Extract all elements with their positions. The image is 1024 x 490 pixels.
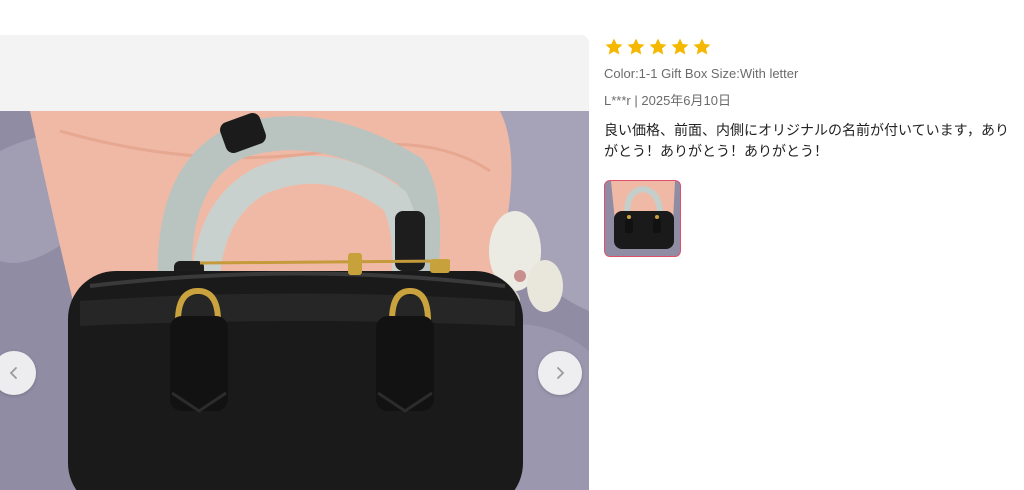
variant-info: Color:1-1 Gift Box Size:With letter (604, 66, 799, 81)
review-image-viewer (0, 35, 589, 490)
next-image-button[interactable] (538, 351, 582, 395)
handbag-thumbnail-image (605, 181, 680, 256)
star-icon (649, 38, 667, 55)
separator: | (634, 93, 638, 108)
review-thumbnails (604, 180, 1020, 257)
chevron-right-icon (557, 367, 565, 379)
review-date: 2025年6月10日 (641, 93, 732, 108)
handbag-photo (0, 111, 589, 490)
star-icon (605, 38, 623, 55)
reviewer-name: L***r (604, 93, 631, 108)
author-date-line: L***r | 2025年6月10日 (604, 93, 1020, 109)
review-text: 良い価格、前面、内側にオリジナルの名前が付いています，ありがとう！ありがとう！あ… (604, 123, 1010, 160)
star-icon (627, 38, 645, 55)
star-icon (693, 38, 711, 55)
star-icon (671, 38, 689, 55)
review-photo-black-handbag (0, 111, 589, 490)
star-rating (604, 36, 1020, 58)
review-thumbnail[interactable] (604, 180, 681, 257)
chevron-left-icon (9, 367, 17, 379)
review-panel: Color:1-1 Gift Box Size:With letter L***… (604, 36, 1020, 257)
